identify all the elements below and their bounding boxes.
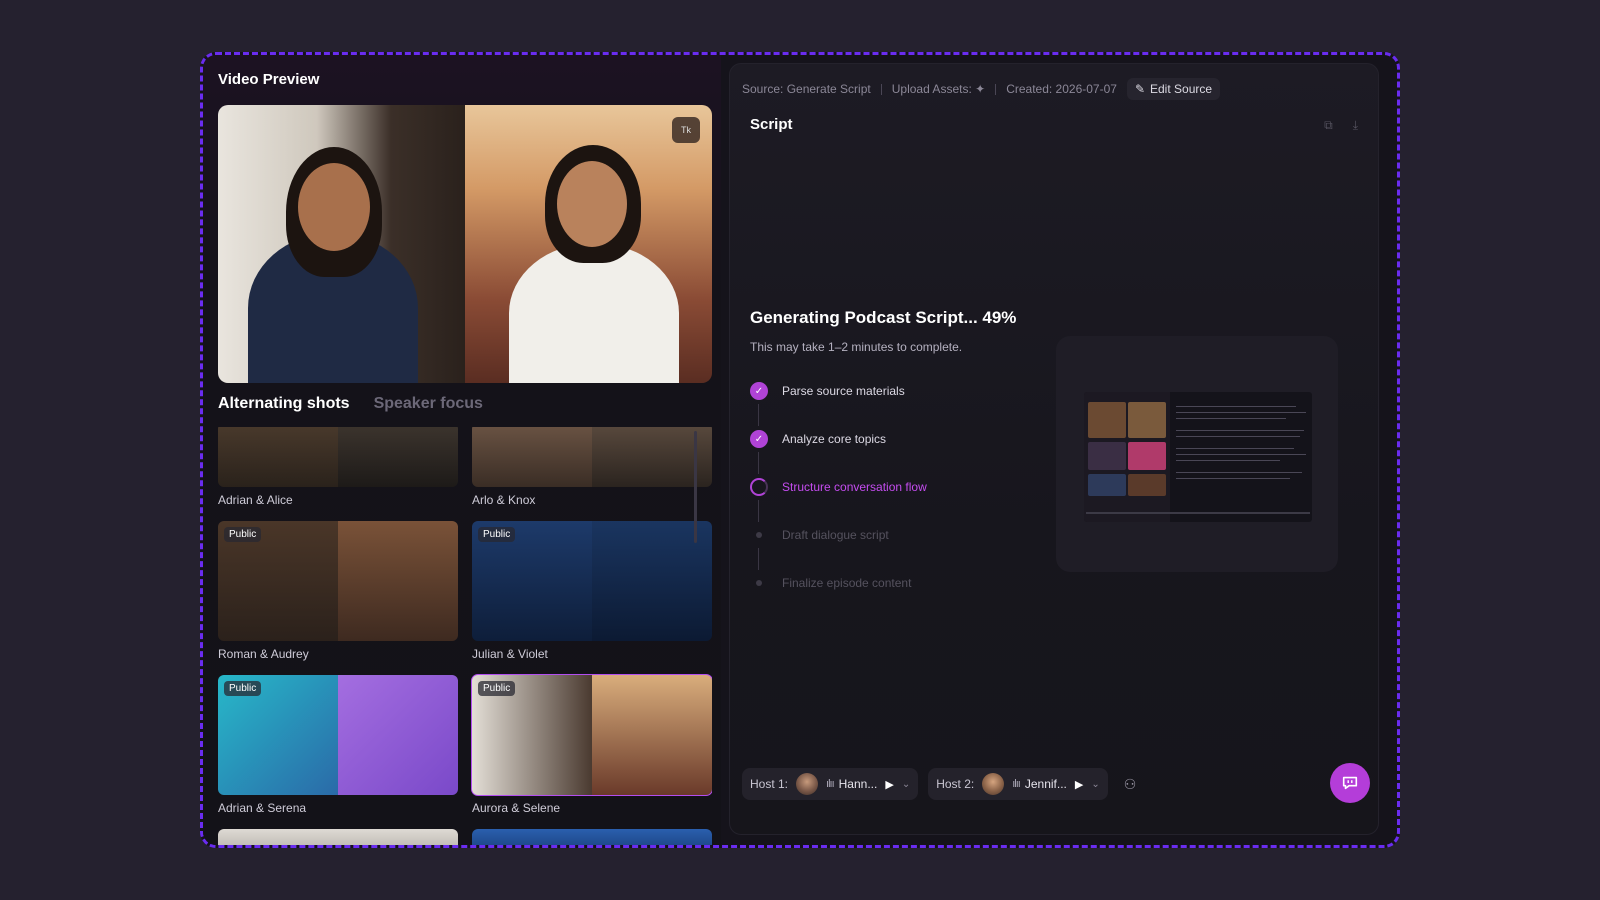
preview-host-left xyxy=(218,105,465,383)
upload-assets-label: Upload Assets: ✦ xyxy=(891,82,986,96)
preview-host-right: Tk xyxy=(465,105,712,383)
avatar-card-adrian-serena[interactable]: Public Adrian & Serena xyxy=(218,675,458,815)
card-label: Julian & Violet xyxy=(472,647,548,661)
pencil-icon: ✎ xyxy=(1134,82,1145,96)
layout-tabs: Alternating shots Speaker focus xyxy=(218,395,483,413)
spinner-icon xyxy=(750,478,768,496)
sparkle-icon: ✦ xyxy=(975,82,986,96)
chat-icon xyxy=(1342,776,1358,790)
video-preview[interactable]: Tk xyxy=(218,105,712,383)
play-icon[interactable]: ▶ xyxy=(1075,778,1083,791)
pending-dot-icon xyxy=(750,574,768,592)
preview-illustration xyxy=(1056,336,1338,572)
step-structure: Structure conversation flow xyxy=(750,478,927,526)
avatar-card-arlo-knox[interactable]: Arlo & Knox xyxy=(472,427,712,507)
host-label: Host 1: xyxy=(750,777,789,791)
step-label: Structure conversation flow xyxy=(782,480,927,494)
step-label: Parse source materials xyxy=(782,384,905,398)
check-icon: ✓ xyxy=(750,382,768,400)
chat-button[interactable] xyxy=(1330,763,1370,803)
divider xyxy=(880,83,882,95)
card-thumbnail xyxy=(472,829,712,845)
host-selector: Host 1: ılıı Hann... ▶ ⌄ Host 2: ılıı Je… xyxy=(742,768,1136,800)
step-label: Analyze core topics xyxy=(782,432,887,446)
step-label: Draft dialogue script xyxy=(782,528,889,542)
download-icon[interactable]: ⤓ xyxy=(1353,118,1358,133)
step-parse: ✓ Parse source materials xyxy=(750,382,927,430)
step-finalize: Finalize episode content xyxy=(750,574,927,622)
public-badge: Public xyxy=(478,681,516,696)
public-badge: Public xyxy=(224,527,262,542)
avatar-card-julian-violet[interactable]: Public Julian & Violet xyxy=(472,521,712,661)
panel-title: Video Preview xyxy=(218,71,320,88)
generating-status: Generating Podcast Script... 49% xyxy=(750,308,1017,327)
host-voice: ılıı Hann... xyxy=(826,777,877,791)
card-thumbnail xyxy=(218,829,458,845)
public-badge: Public xyxy=(224,681,262,696)
script-actions: ⧉ ⤓ xyxy=(1324,118,1358,133)
edit-source-label: Edit Source xyxy=(1150,82,1213,96)
host-2-selector[interactable]: Host 2: ılıı Jennif... ▶ ⌄ xyxy=(928,768,1108,800)
progress-steps: ✓ Parse source materials ✓ Analyze core … xyxy=(750,382,927,622)
source-label: Source: Generate Script xyxy=(742,82,871,96)
avatar-card-aurora-selene[interactable]: Public Aurora & Selene xyxy=(471,674,712,815)
step-draft: Draft dialogue script xyxy=(750,526,927,574)
avatar-card-roman-audrey[interactable]: Public Roman & Audrey xyxy=(218,521,458,661)
host-voice: ılıı Jennif... xyxy=(1012,777,1067,791)
check-icon: ✓ xyxy=(750,430,768,448)
host-name: Hann... xyxy=(838,777,878,791)
tab-alternating-shots[interactable]: Alternating shots xyxy=(218,395,350,413)
tab-speaker-focus[interactable]: Speaker focus xyxy=(374,395,483,413)
divider xyxy=(995,83,997,95)
card-label: Aurora & Selene xyxy=(472,801,561,815)
grid-scrollbar[interactable] xyxy=(694,431,697,543)
host-name: Jennif... xyxy=(1024,777,1067,791)
pending-dot-icon xyxy=(750,526,768,544)
host-label: Host 2: xyxy=(936,777,975,791)
card-thumbnail: Public xyxy=(471,674,712,796)
card-label: Roman & Audrey xyxy=(218,647,309,661)
public-badge: Public xyxy=(478,527,516,542)
play-icon[interactable]: ▶ xyxy=(885,778,893,791)
card-thumbnail: Public xyxy=(472,521,712,641)
avatar-card-adrian-alice[interactable]: Adrian & Alice xyxy=(218,427,458,507)
chevron-down-icon[interactable]: ⌄ xyxy=(1091,779,1099,790)
avatar-card-partial[interactable] xyxy=(472,829,712,845)
app-frame: Video Preview Tk Alternating shots Speak… xyxy=(200,52,1400,848)
add-user-icon[interactable]: ⚇ xyxy=(1124,776,1137,793)
script-panel: Source: Generate Script Upload Assets: ✦… xyxy=(729,63,1379,835)
generating-subtitle: This may take 1–2 minutes to complete. xyxy=(750,340,963,354)
avatar-card-partial[interactable] xyxy=(218,829,458,845)
preview-badge[interactable]: Tk xyxy=(672,117,700,143)
card-thumbnail xyxy=(218,427,458,487)
script-title: Script xyxy=(750,116,793,133)
card-thumbnail: Public xyxy=(218,675,458,795)
card-thumbnail xyxy=(472,427,712,487)
host-1-selector[interactable]: Host 1: ılıı Hann... ▶ ⌄ xyxy=(742,768,919,800)
card-label: Adrian & Serena xyxy=(218,801,307,815)
card-label: Adrian & Alice xyxy=(218,493,293,507)
copy-icon[interactable]: ⧉ xyxy=(1324,118,1333,133)
step-analyze: ✓ Analyze core topics xyxy=(750,430,927,478)
video-preview-panel: Video Preview Tk Alternating shots Speak… xyxy=(203,55,721,845)
waveform-icon: ılıı xyxy=(1012,778,1021,790)
avatar xyxy=(796,773,819,795)
step-label: Finalize episode content xyxy=(782,576,912,590)
edit-source-button[interactable]: ✎ Edit Source xyxy=(1126,78,1221,100)
avatar-grid: Adrian & Alice Arlo & Knox Public Roman … xyxy=(218,427,712,845)
mini-screenshot xyxy=(1084,392,1312,522)
card-thumbnail: Public xyxy=(218,521,458,641)
avatar xyxy=(982,773,1005,795)
chevron-down-icon[interactable]: ⌄ xyxy=(902,779,910,790)
created-date: Created: 2026-07-07 xyxy=(1006,82,1117,96)
card-label: Arlo & Knox xyxy=(472,493,536,507)
waveform-icon: ılıı xyxy=(826,778,835,790)
source-bar: Source: Generate Script Upload Assets: ✦… xyxy=(742,78,1221,100)
